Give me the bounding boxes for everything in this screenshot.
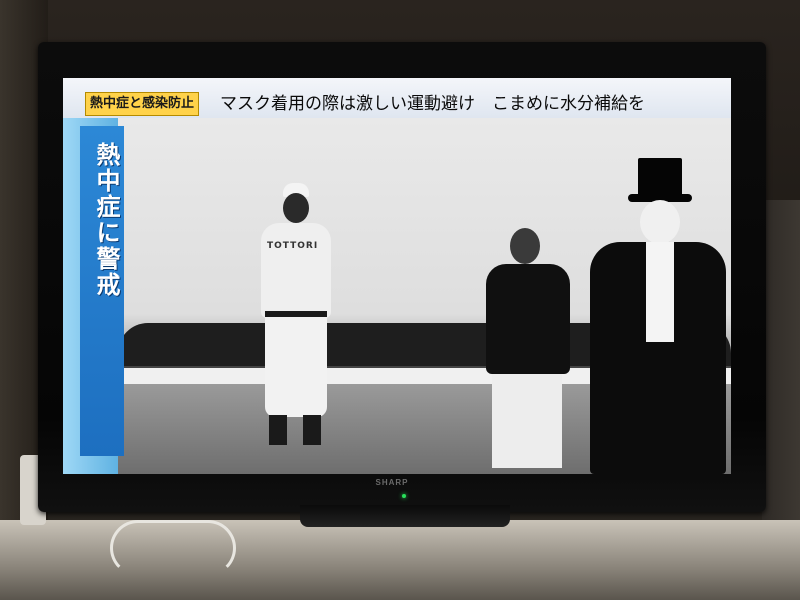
suited-man-trousers (492, 374, 562, 468)
top-hat (638, 158, 682, 198)
player-pants (265, 317, 327, 417)
top-hat-man-shirt (646, 242, 674, 342)
suited-man-figure (478, 228, 578, 468)
suited-man-jacket (486, 264, 570, 374)
topic-tag: 熱中症と感染防止 (85, 92, 200, 116)
power-cable (110, 520, 236, 576)
headline-text: マスク着用の際は激しい運動避け こまめに水分補給を (220, 94, 645, 114)
headline-bar: 熱中症と感染防止 マスク着用の際は激しい運動避け こまめに水分補給を (63, 78, 731, 118)
player-torso (261, 223, 331, 318)
top-hat-man-head (640, 200, 680, 244)
tv-stand (300, 505, 510, 527)
tv-brand-logo: SHARP (375, 478, 409, 487)
top-hat-man-figure (588, 158, 728, 474)
side-caption-bar: 熱中症に警戒 (63, 118, 124, 474)
player-sock-right (303, 415, 321, 445)
side-caption: 熱中症に警戒 (92, 142, 120, 298)
side-caption-panel: 熱中症に警戒 (80, 126, 124, 456)
tv-screen: 熱中症と感染防止 マスク着用の際は激しい運動避け こまめに水分補給を TOTTO… (63, 78, 731, 474)
baseball-player-figure: TOTTORI (243, 183, 348, 458)
archive-photo: TOTTORI (118, 118, 731, 474)
player-sock-left (269, 415, 287, 445)
suited-man-head (510, 228, 540, 264)
power-led-icon (402, 494, 406, 498)
uniform-lettering: TOTTORI (267, 241, 319, 251)
player-head (283, 193, 309, 223)
